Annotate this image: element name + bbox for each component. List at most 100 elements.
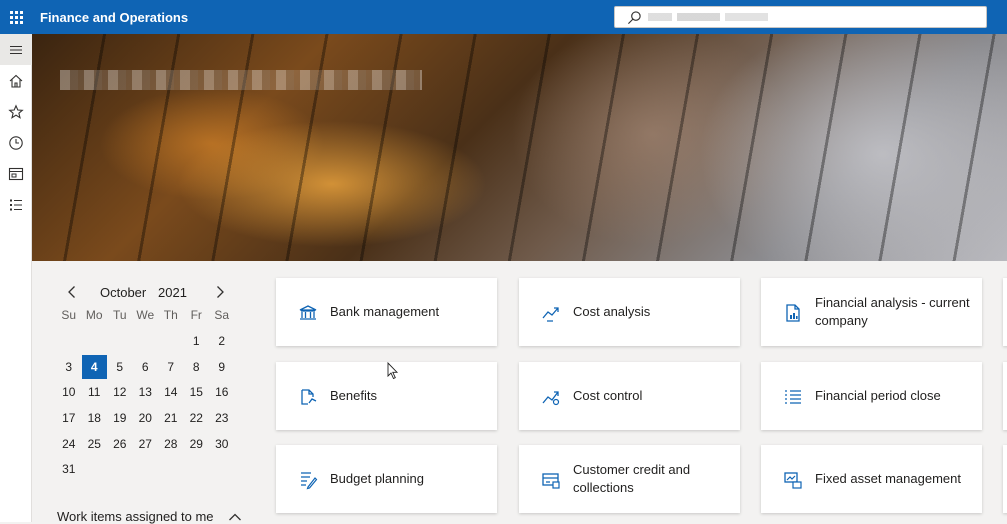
calendar-day[interactable]: 17 — [56, 406, 82, 430]
calendar-week: 31 — [56, 456, 236, 482]
favorites-button[interactable] — [0, 96, 32, 127]
home-button[interactable] — [0, 65, 32, 96]
previous-month-button[interactable] — [66, 284, 78, 300]
calendar-day[interactable]: 9 — [209, 355, 235, 379]
calendar-day[interactable]: 11 — [82, 380, 108, 404]
calendar-day-empty — [184, 457, 210, 481]
weekday-label: Th — [163, 308, 178, 322]
search-icon — [628, 10, 641, 24]
calendar-day-empty — [82, 457, 108, 481]
calendar-day[interactable]: 2 — [209, 329, 235, 353]
calendar-day[interactable]: 30 — [209, 432, 235, 456]
calendar-day[interactable]: 22 — [184, 406, 210, 430]
tile-label: Bank management — [330, 304, 440, 319]
search-input[interactable] — [614, 6, 987, 28]
expand-nav-button[interactable] — [0, 34, 32, 65]
calendar-day[interactable]: 15 — [184, 380, 210, 404]
tile-budget-planning[interactable]: Budget planning — [276, 445, 497, 513]
calendar-day-empty — [56, 329, 82, 353]
weekday-label: Tu — [112, 308, 127, 322]
calendar-day[interactable]: 7 — [158, 355, 184, 379]
checklist-icon — [785, 390, 801, 404]
calendar-day[interactable]: 24 — [56, 432, 82, 456]
dashboard-banner-image — [32, 34, 1007, 261]
calendar-week: 10 11 12 13 14 15 16 — [56, 379, 236, 405]
calendar-day-empty — [107, 329, 133, 353]
tile-partial[interactable] — [1003, 362, 1007, 430]
tile-label: Financial period close — [815, 388, 941, 403]
calendar-day[interactable]: 5 — [107, 355, 133, 379]
calendar-month[interactable]: October — [100, 285, 146, 300]
tile-financial-analysis-current-company[interactable]: Financial analysis - current company — [761, 278, 982, 346]
calendar-day-empty — [107, 457, 133, 481]
calendar-day[interactable]: 31 — [56, 457, 82, 481]
calendar-header: October 2021 — [56, 282, 236, 302]
tile-cost-analysis[interactable]: Cost analysis — [519, 278, 740, 346]
calendar-day[interactable]: 10 — [56, 380, 82, 404]
calendar-week: 12 — [56, 328, 236, 354]
tile-fixed-asset-management[interactable]: Fixed asset management — [761, 445, 982, 513]
recent-button[interactable] — [0, 127, 32, 158]
calendar-week: 3456789 — [56, 354, 236, 380]
calendar-day[interactable]: 12 — [107, 380, 133, 404]
cost-control-icon — [542, 391, 560, 406]
asset-icon — [784, 472, 802, 489]
weekday-label: Su — [61, 308, 77, 322]
calendar-day[interactable]: 29 — [184, 432, 210, 456]
calendar-day[interactable]: 1 — [184, 329, 210, 353]
budget-icon — [301, 472, 318, 490]
trend-icon — [542, 307, 559, 322]
calendar-day-empty — [209, 457, 235, 481]
hamburger-icon — [10, 45, 22, 54]
calendar-day-selected[interactable]: 4 — [81, 354, 107, 379]
banner-texture — [32, 34, 1007, 261]
calendar-day[interactable]: 8 — [184, 355, 210, 379]
calendar-day[interactable]: 6 — [133, 355, 159, 379]
calendar-day[interactable]: 25 — [82, 432, 108, 456]
tile-partial[interactable] — [1003, 445, 1007, 513]
calendar-day[interactable]: 18 — [82, 406, 108, 430]
modules-button[interactable] — [0, 189, 32, 220]
weekday-label: We — [136, 308, 155, 322]
calendar-day[interactable]: 19 — [107, 406, 133, 430]
tile-partial[interactable] — [1003, 278, 1007, 346]
tile-label: Fixed asset management — [815, 471, 961, 486]
calendar-day[interactable]: 3 — [56, 355, 82, 379]
next-month-button[interactable] — [214, 284, 226, 300]
calendar-grid: 1 2 3 4 5 6 7 8 9 10 11 12 13 14 15 16 17 18 19 20 21 22 23 24 2… — [56, 328, 236, 482]
clock-icon — [9, 135, 23, 150]
tile-bank-management[interactable]: Bank management — [276, 278, 497, 346]
search-text-redacted — [648, 13, 768, 21]
app-launcher-button[interactable] — [0, 0, 32, 34]
calendar-day[interactable]: 20 — [133, 406, 159, 430]
calendar-day[interactable]: 26 — [107, 432, 133, 456]
workspaces-button[interactable] — [0, 158, 32, 189]
weekday-label: Sa — [214, 308, 230, 322]
benefits-icon — [301, 389, 317, 405]
calendar-day[interactable]: 14 — [158, 380, 184, 404]
calendar-day[interactable]: 13 — [133, 380, 159, 404]
calendar-day[interactable]: 16 — [209, 380, 235, 404]
calendar-day-empty — [133, 457, 159, 481]
weekday-label: Fr — [190, 308, 202, 322]
calendar-day[interactable]: 27 — [133, 432, 159, 456]
tile-financial-period-close[interactable]: Financial period close — [761, 362, 982, 430]
calendar-day[interactable]: 28 — [158, 432, 184, 456]
weekday-label: Mo — [85, 308, 103, 322]
tile-cost-control[interactable]: Cost control — [519, 362, 740, 430]
calendar-day[interactable]: 23 — [209, 406, 235, 430]
tile-customer-credit-and-collections[interactable]: Customer credit and collections — [519, 445, 740, 513]
tile-label: Customer credit and collections — [573, 462, 691, 495]
calendar-day-empty — [82, 329, 108, 353]
navigation-pane — [0, 34, 32, 522]
top-bar: Finance and Operations — [0, 0, 1007, 34]
waffle-icon — [9, 10, 23, 24]
app-title: Finance and Operations — [40, 9, 189, 25]
bank-icon — [299, 305, 317, 320]
calendar-year[interactable]: 2021 — [158, 285, 187, 300]
calendar-day[interactable]: 21 — [158, 406, 184, 430]
credit-icon — [542, 473, 560, 489]
calendar-week: 17 18 19 20 21 22 23 — [56, 405, 236, 431]
tile-label: Benefits — [330, 388, 377, 403]
company-name-redacted — [60, 70, 422, 90]
